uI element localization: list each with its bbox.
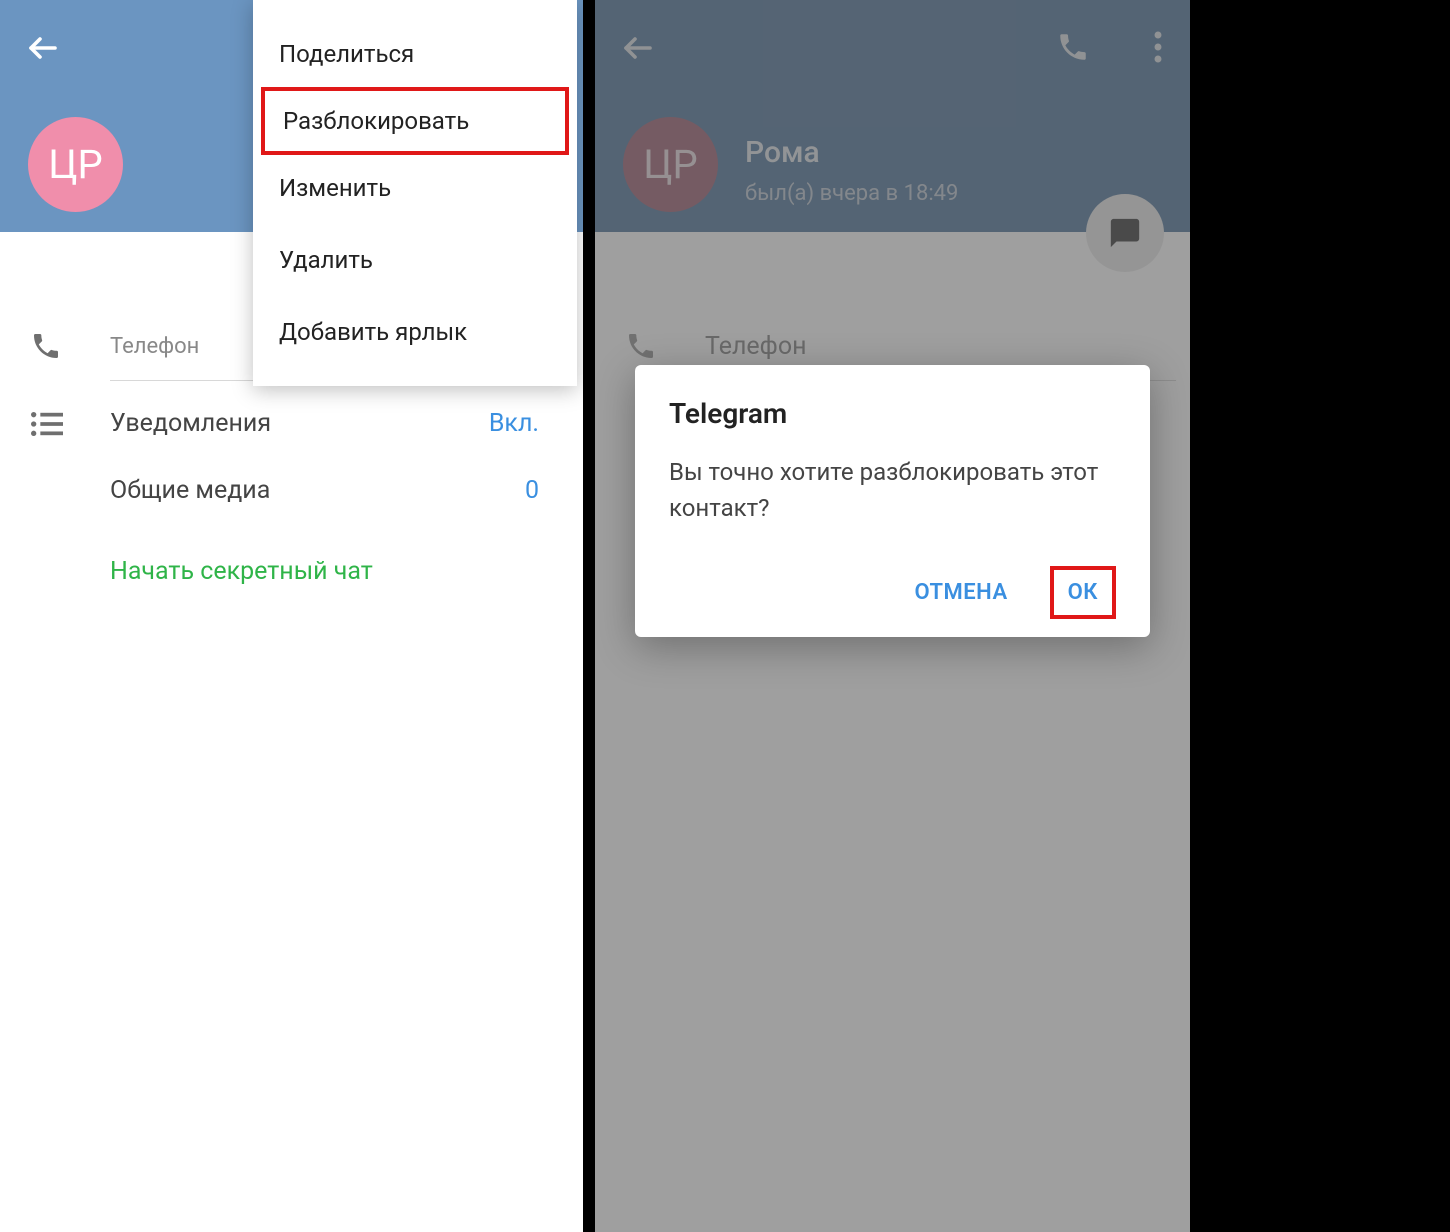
menu-item-share[interactable]: Поделиться [253,18,577,90]
avatar[interactable]: ЦР [28,117,123,212]
dialog-actions: ОТМЕНА ОК [669,566,1116,619]
cancel-button[interactable]: ОТМЕНА [896,566,1025,619]
shared-media-row[interactable]: Общие медиа 0 [0,466,583,527]
list-icon [30,412,110,436]
menu-item-add-shortcut[interactable]: Добавить ярлык [253,296,577,368]
shared-media-label: Общие медиа [110,476,270,505]
phone-icon [30,330,110,362]
phone-label: Телефон [110,334,199,359]
back-arrow-icon[interactable] [25,30,61,66]
ok-button[interactable]: ОК [1050,566,1116,619]
dialog-title: Telegram [669,397,1116,430]
notifications-label: Уведомления [110,409,271,438]
menu-item-edit[interactable]: Изменить [253,152,577,224]
profile-screen-with-dialog: ЦР Рома был(а) вчера в 18:49 Телефон [595,0,1190,1232]
dialog-message: Вы точно хотите разблокировать этот конт… [669,454,1116,526]
menu-item-unblock[interactable]: Разблокировать [261,87,569,155]
notifications-row[interactable]: Уведомления Вкл. [0,381,583,466]
shared-media-value: 0 [525,476,539,505]
notifications-value: Вкл. [489,409,539,438]
avatar-initials: ЦР [48,141,103,188]
menu-item-delete[interactable]: Удалить [253,224,577,296]
start-secret-chat-button[interactable]: Начать секретный чат [0,527,583,586]
unblock-confirm-dialog: Telegram Вы точно хотите разблокировать … [635,365,1150,637]
overflow-menu: Поделиться Разблокировать Изменить Удали… [253,0,577,386]
profile-screen-with-menu: ЦР Поделиться Разблокировать Изменить Уд… [0,0,595,1232]
